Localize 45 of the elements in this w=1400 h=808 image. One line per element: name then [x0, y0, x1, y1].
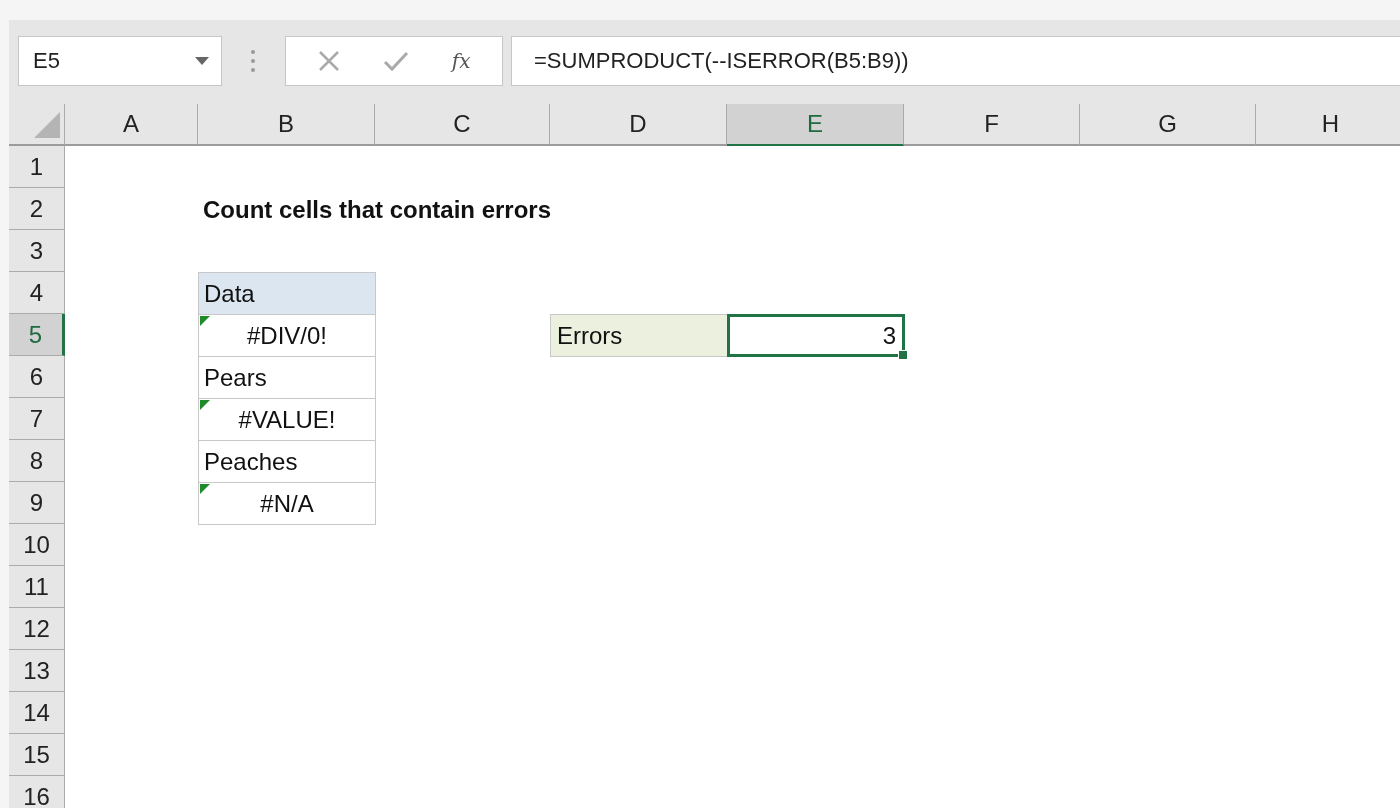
row-header[interactable]: 13: [9, 650, 65, 692]
column-header[interactable]: H: [1256, 104, 1400, 146]
cancel-icon[interactable]: [317, 50, 340, 72]
row-header[interactable]: 7: [9, 398, 65, 440]
column-header[interactable]: F: [904, 104, 1080, 146]
name-box-value: E5: [33, 48, 60, 74]
table-cell: #N/A: [198, 482, 376, 525]
select-all-icon[interactable]: [34, 112, 60, 138]
column-header[interactable]: G: [1080, 104, 1256, 146]
column-header[interactable]: D: [550, 104, 727, 146]
table-cell: Peaches: [198, 440, 376, 483]
table-cell: 3: [727, 314, 905, 357]
grip-icon: [250, 49, 256, 73]
row-header[interactable]: 12: [9, 608, 65, 650]
name-box[interactable]: E5: [18, 36, 222, 86]
column-header[interactable]: E: [727, 104, 904, 146]
row-header[interactable]: 16: [9, 776, 65, 808]
table-cell: Pears: [198, 356, 376, 399]
check-icon[interactable]: [382, 50, 409, 72]
row-header[interactable]: 5: [9, 314, 65, 356]
table-cell: Data: [198, 272, 376, 315]
table-cell: Errors: [550, 314, 728, 357]
error-indicator-icon: [200, 484, 210, 494]
formula-field[interactable]: =SUMPRODUCT(--ISERROR(B5:B9)): [511, 36, 1400, 86]
table-cell: #DIV/0!: [198, 314, 376, 357]
column-header[interactable]: B: [198, 104, 375, 146]
column-header[interactable]: A: [65, 104, 198, 146]
row-header[interactable]: 10: [9, 524, 65, 566]
column-header[interactable]: C: [375, 104, 550, 146]
row-header[interactable]: 4: [9, 272, 65, 314]
insert-function-button[interactable]: fx: [451, 49, 471, 73]
row-header[interactable]: 6: [9, 356, 65, 398]
row-header[interactable]: 3: [9, 230, 65, 272]
row-header[interactable]: 8: [9, 440, 65, 482]
error-indicator-icon: [200, 400, 210, 410]
fill-handle[interactable]: [898, 350, 908, 360]
sheet-title: Count cells that contain errors: [202, 194, 553, 225]
row-header[interactable]: 15: [9, 734, 65, 776]
row-header[interactable]: 9: [9, 482, 65, 524]
dropdown-caret-icon[interactable]: [195, 57, 209, 65]
row-header[interactable]: 2: [9, 188, 65, 230]
row-header[interactable]: 1: [9, 146, 65, 188]
table-cell: #VALUE!: [198, 398, 376, 441]
row-header[interactable]: 11: [9, 566, 65, 608]
row-header[interactable]: 14: [9, 692, 65, 734]
